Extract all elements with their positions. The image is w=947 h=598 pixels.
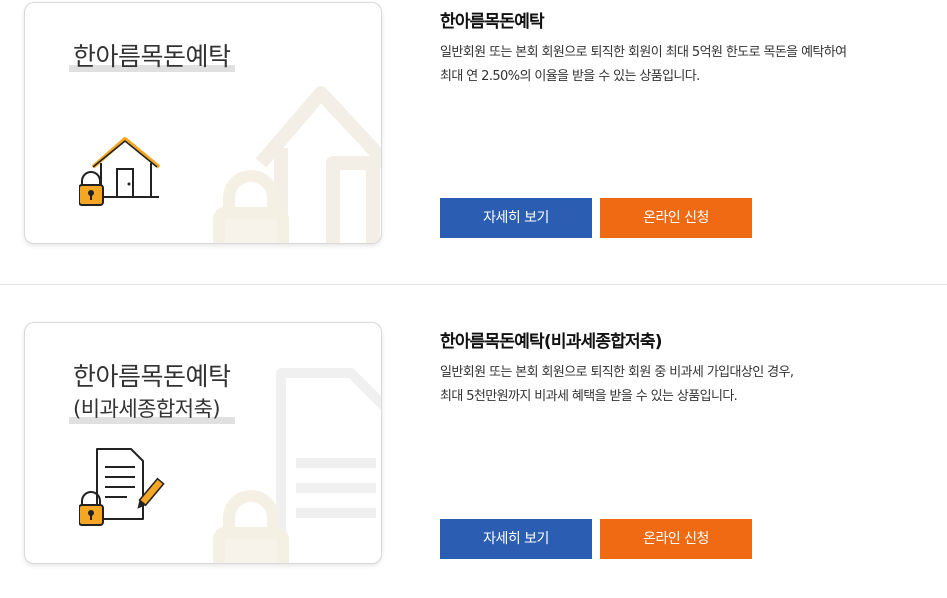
house-lock-icon — [79, 137, 161, 206]
document-lock-bg-icon — [213, 368, 381, 563]
description-line: 최대 5천만원까지 비과세 혜택을 받을 수 있는 상품입니다. — [440, 389, 738, 404]
card-title: 한아름목돈예탁 — [69, 41, 235, 73]
house-lock-bg-icon — [213, 86, 381, 243]
product-title: 한아름목돈예탁(비과세종합저축) — [440, 332, 663, 352]
product-description: 일반회원 또는 본회 회원으로 퇴직한 회원 중 비과세 가입대상인 경우, 최… — [440, 361, 920, 409]
description-line: 일반회원 또는 본회 회원으로 퇴직한 회원이 최대 5억원 한도로 목돈을 예… — [440, 45, 847, 60]
product-title: 한아름목돈예탁 — [440, 12, 545, 32]
document-lock-icon — [79, 448, 165, 526]
product-info: 한아름목돈예탁 일반회원 또는 본회 회원으로 퇴직한 회원이 최대 5억원 한… — [440, 10, 920, 89]
view-detail-button[interactable]: 자세히 보기 — [440, 519, 592, 559]
view-detail-button[interactable]: 자세히 보기 — [440, 198, 592, 238]
product-card: 한아름목돈예탁 (비과세종합저축) — [24, 322, 382, 564]
online-apply-button[interactable]: 온라인 신청 — [600, 198, 752, 238]
online-apply-button[interactable]: 온라인 신청 — [600, 519, 752, 559]
description-line: 최대 연 2.50%의 이율을 받을 수 있는 상품입니다. — [440, 69, 700, 84]
product-info: 한아름목돈예탁(비과세종합저축) 일반회원 또는 본회 회원으로 퇴직한 회원 … — [440, 330, 920, 409]
product-description: 일반회원 또는 본회 회원으로 퇴직한 회원이 최대 5억원 한도로 목돈을 예… — [440, 41, 920, 89]
card-title: 한아름목돈예탁 (비과세종합저축) — [69, 361, 235, 425]
description-line: 일반회원 또는 본회 회원으로 퇴직한 회원 중 비과세 가입대상인 경우, — [440, 365, 794, 380]
section-divider — [0, 284, 947, 285]
card-title-main: 한아름목돈예탁 — [73, 362, 231, 391]
product-section-2: 한아름목돈예탁 (비과세종합저축) 한아름목돈예탁(비과세종합저축) 일반회원 … — [0, 286, 947, 598]
product-section-1: 한아름목돈예탁 한아름목돈예탁 일반회원 또는 본회 회원으로 퇴직한 회원이 … — [0, 0, 947, 285]
product-card: 한아름목돈예탁 — [24, 2, 382, 244]
